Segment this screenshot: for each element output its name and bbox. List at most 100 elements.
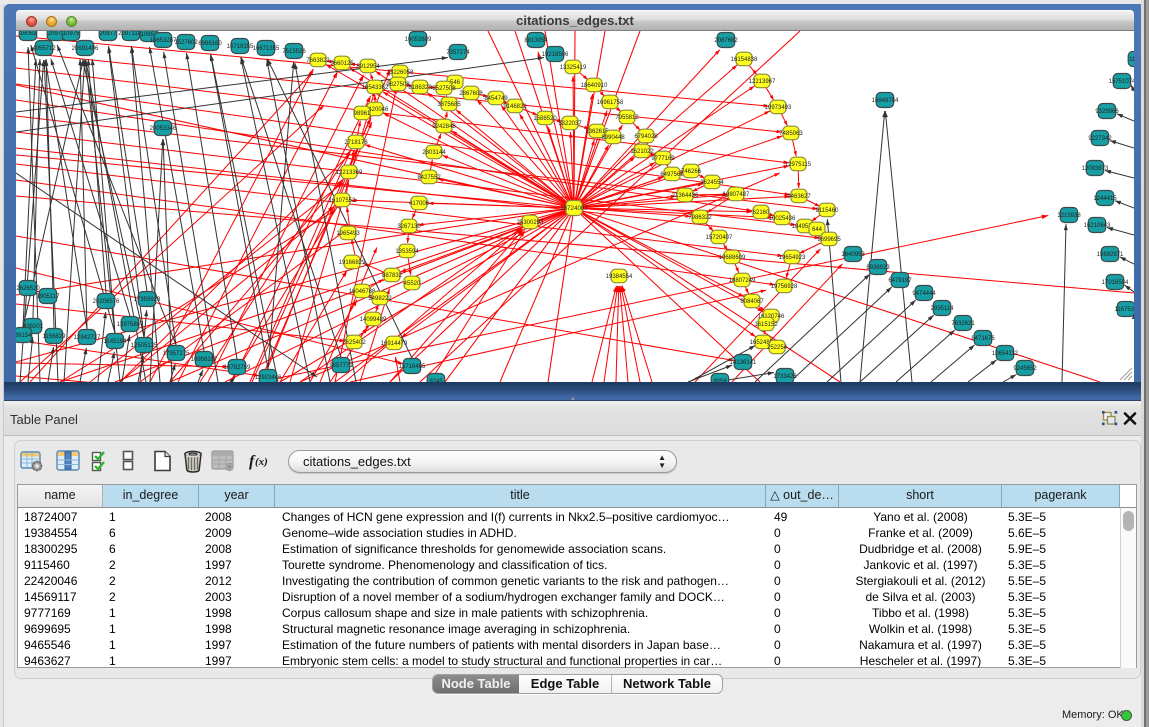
svg-text:9245: 9245 [429, 379, 443, 382]
svg-text:14099489: 14099489 [360, 317, 387, 323]
svg-text:18640910: 18640910 [581, 83, 608, 89]
svg-text:16053: 16053 [20, 31, 37, 37]
svg-text:45520: 45520 [404, 281, 421, 287]
svg-text:9463627: 9463627 [787, 194, 811, 200]
svg-text:2867608: 2867608 [459, 91, 483, 97]
svg-text:1733426: 1733426 [773, 374, 797, 380]
svg-text:13226058: 13226058 [387, 70, 414, 76]
svg-text:417006: 417006 [409, 201, 430, 207]
svg-text:2087682: 2087682 [714, 38, 738, 44]
svg-text:20206576: 20206576 [93, 299, 120, 305]
svg-text:62160: 62160 [753, 210, 770, 216]
svg-text:7515526: 7515526 [282, 49, 306, 55]
svg-text:17957275: 17957275 [163, 351, 190, 357]
svg-text:9227342: 9227342 [1088, 136, 1112, 142]
svg-text:9827508: 9827508 [386, 82, 410, 88]
svg-text:12213369: 12213369 [336, 170, 363, 176]
svg-text:9660125: 9660125 [330, 61, 354, 67]
svg-text:9329966: 9329966 [1095, 109, 1119, 115]
svg-text:18807249: 18807249 [729, 278, 756, 284]
svg-text:7663822: 7663822 [306, 58, 330, 64]
svg-text:19384554: 19384554 [606, 274, 633, 280]
svg-text:16210643: 16210643 [1084, 223, 1111, 229]
svg-text:19166829: 19166829 [339, 260, 366, 266]
svg-text:9527508: 9527508 [432, 86, 456, 92]
svg-text:18724007: 18724007 [560, 205, 588, 212]
svg-text:3875685: 3875685 [437, 102, 461, 108]
svg-text:9857771: 9857771 [329, 363, 353, 369]
svg-text:1588520: 1588520 [533, 116, 557, 122]
svg-text:19654923: 19654923 [779, 255, 806, 261]
svg-text:10958107: 10958107 [191, 357, 218, 363]
svg-text:15716485: 15716485 [399, 364, 426, 370]
svg-text:12213967: 12213967 [749, 79, 776, 85]
svg-text:21364436: 21364436 [672, 193, 699, 199]
svg-text:12975115: 12975115 [785, 162, 812, 168]
svg-text:8454749: 8454749 [484, 96, 508, 102]
svg-text:2626520: 2626520 [16, 286, 40, 292]
svg-text:6479197: 6479197 [888, 278, 912, 284]
svg-text:98961: 98961 [354, 111, 371, 117]
svg-text:17016504: 17016504 [1102, 280, 1129, 286]
svg-text:14136141: 14136141 [730, 360, 757, 366]
svg-text:25300293: 25300293 [517, 220, 544, 226]
svg-text:10975: 10975 [63, 31, 80, 37]
svg-text:16914479: 16914479 [381, 341, 408, 347]
svg-text:9245652: 9245652 [1013, 366, 1037, 372]
svg-text:1905117: 1905117 [37, 294, 61, 300]
svg-text:13975867: 13975867 [117, 322, 144, 328]
svg-text:887832: 887832 [382, 273, 403, 279]
svg-text:15720407: 15720407 [706, 235, 733, 241]
svg-text:(x): (x) [255, 456, 268, 468]
svg-text:10654112: 10654112 [992, 351, 1019, 357]
svg-text:1965493: 1965493 [336, 231, 360, 237]
svg-text:12093873: 12093873 [1082, 166, 1109, 172]
svg-text:6966160: 6966160 [198, 41, 222, 47]
svg-text:39154: 39154 [16, 333, 32, 339]
svg-text:9115460: 9115460 [816, 208, 840, 214]
svg-text:8427552: 8427552 [417, 175, 441, 181]
svg-text:1615152: 1615152 [754, 322, 778, 328]
svg-text:9058: 9058 [713, 379, 727, 382]
svg-text:1353594: 1353594 [395, 249, 419, 255]
svg-text:9777169: 9777169 [651, 156, 675, 162]
svg-text:1156829: 1156829 [43, 334, 67, 340]
svg-text:8990448: 8990448 [601, 135, 625, 141]
svg-text:7955812: 7955812 [615, 115, 639, 121]
svg-text:8938923: 8938923 [866, 265, 890, 271]
svg-text:10688609: 10688609 [719, 255, 746, 261]
svg-text:1621022: 1621022 [630, 149, 654, 155]
svg-text:7485063: 7485063 [779, 131, 803, 137]
svg-text:16053809: 16053809 [405, 37, 432, 43]
svg-text:9699695: 9699695 [817, 237, 841, 243]
svg-text:20977: 20977 [100, 31, 117, 37]
svg-text:9242848: 9242848 [432, 124, 456, 130]
svg-text:16154838: 16154838 [731, 57, 758, 63]
svg-text:16848784: 16848784 [872, 98, 899, 104]
svg-text:11171: 11171 [1129, 57, 1134, 63]
svg-text:16543362: 16543362 [362, 85, 389, 91]
svg-text:12923446: 12923446 [255, 375, 282, 381]
svg-text:1145194: 1145194 [104, 339, 128, 345]
svg-text:19756928: 19756928 [771, 284, 798, 290]
svg-text:8471676: 8471676 [971, 336, 995, 342]
svg-text:16107552: 16107552 [329, 198, 356, 204]
svg-text:7625402: 7625402 [342, 340, 366, 346]
svg-text:1640953: 1640953 [841, 252, 865, 258]
svg-text:8813054: 8813054 [524, 38, 548, 44]
svg-text:3498222: 3498222 [368, 296, 392, 302]
svg-text:8912954: 8912954 [356, 64, 380, 70]
svg-text:12942737: 12942737 [74, 335, 101, 341]
svg-text:12505135: 12505135 [131, 343, 158, 349]
svg-text:1244415: 1244415 [1093, 196, 1117, 202]
svg-text:15751074: 15751074 [1109, 79, 1134, 85]
svg-text:16782759: 16782759 [224, 365, 251, 371]
svg-text:644: 644 [812, 227, 823, 233]
svg-text:9474444: 9474444 [912, 291, 936, 297]
svg-text:17359928: 17359928 [134, 297, 161, 303]
svg-text:15692971: 15692971 [1097, 252, 1124, 258]
svg-text:3624554: 3624554 [700, 180, 724, 186]
svg-text:4055712: 4055712 [32, 46, 56, 52]
svg-text:7986322: 7986322 [688, 215, 712, 221]
svg-text:8186328: 8186328 [408, 85, 432, 91]
